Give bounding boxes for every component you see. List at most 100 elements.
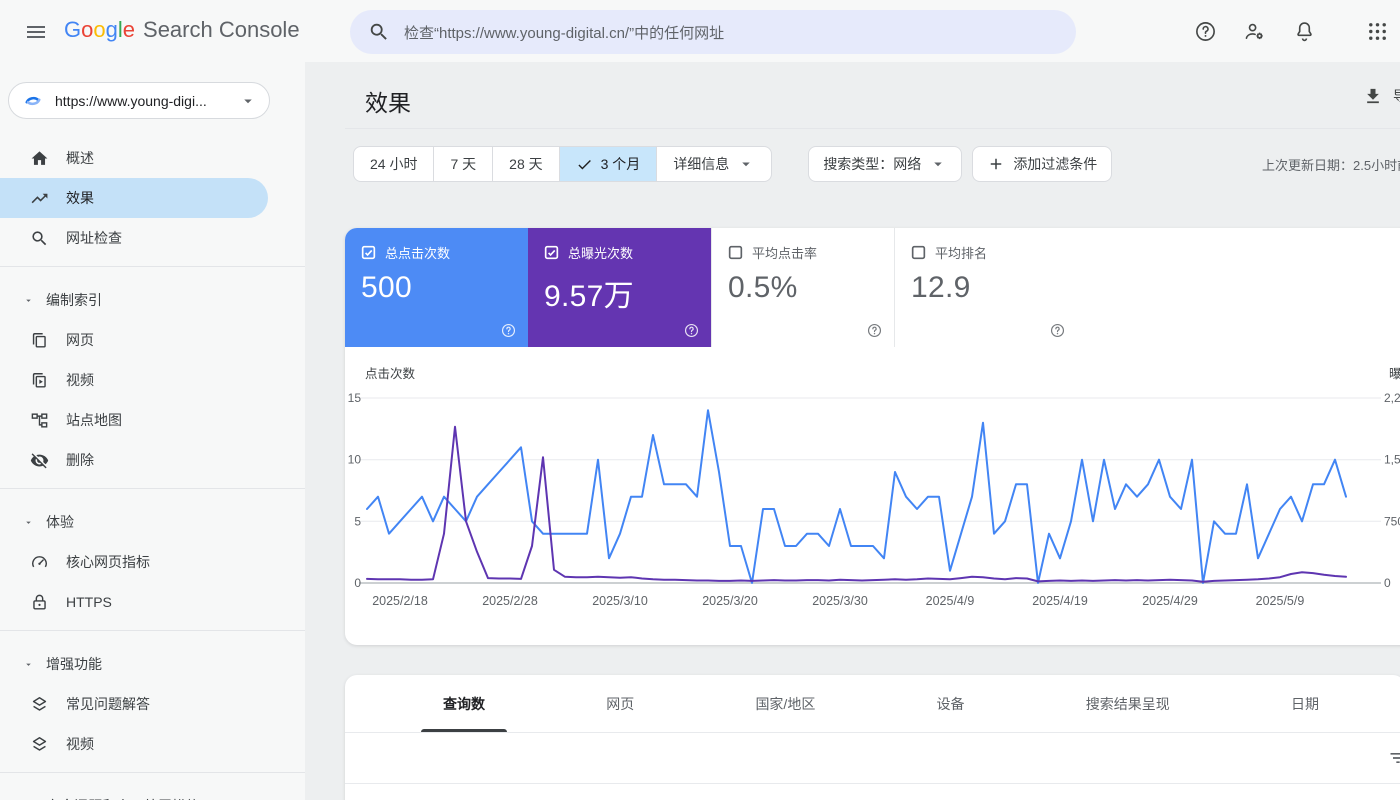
logo-letter: e bbox=[122, 17, 136, 42]
add-filter-chip[interactable]: 添加过滤条件 bbox=[972, 146, 1113, 182]
search-type-chip[interactable]: 搜索类型：网络 bbox=[808, 146, 963, 182]
property-selector[interactable]: https://www.young-digi... bbox=[8, 82, 270, 119]
tab-countries[interactable]: 国家/地区 bbox=[749, 675, 821, 732]
tab-dates[interactable]: 日期 bbox=[1285, 675, 1325, 732]
x-axis-tick: 2025/3/10 bbox=[592, 594, 648, 608]
sidebar-item-label: 核心网页指标 bbox=[66, 554, 150, 570]
x-axis-tick: 2025/5/9 bbox=[1256, 594, 1305, 608]
sidebar-item-label: 视频 bbox=[66, 372, 94, 388]
sidebar-item-removals[interactable]: 删除 bbox=[0, 440, 268, 480]
performance-card: 总点击次数 500 总曝光次数 9.57万 平均点击率 0.5% 平均排名 12.9 0 0 5 7… bbox=[345, 228, 1400, 645]
segment-label: 详细信息 bbox=[673, 156, 730, 172]
sidebar-item-sitemaps[interactable]: 站点地图 bbox=[0, 400, 268, 440]
help-circle-icon[interactable] bbox=[867, 323, 882, 338]
filter-list-icon[interactable] bbox=[1388, 748, 1400, 768]
sidebar-section-experience-section[interactable]: 体验 bbox=[0, 502, 305, 542]
url-inspect-search-bar[interactable]: 检查“https://www.young-digital.cn/”中的任何网址 bbox=[350, 10, 1076, 54]
sidebar-item-core-web-vitals[interactable]: 核心网页指标 bbox=[0, 542, 268, 582]
right-axis-tick: 0 bbox=[1384, 576, 1391, 590]
date-range-details[interactable]: 详细信息 bbox=[656, 147, 771, 181]
left-axis-title: 点击次数 bbox=[365, 366, 416, 381]
checkbox-empty-icon[interactable] bbox=[728, 245, 743, 260]
sidebar-item-videos[interactable]: 视频 bbox=[0, 360, 268, 400]
speed-icon bbox=[30, 553, 49, 572]
sidebar-item-https[interactable]: HTTPS bbox=[0, 582, 268, 622]
tab-devices[interactable]: 设备 bbox=[931, 675, 971, 732]
eye-off-icon bbox=[30, 451, 49, 470]
x-axis-tick: 2025/2/18 bbox=[372, 594, 428, 608]
lock-icon bbox=[30, 593, 49, 612]
date-range-24h[interactable]: 24 小时 bbox=[354, 147, 433, 181]
date-range-7d[interactable]: 7 天 bbox=[433, 147, 492, 181]
sidebar-item-label: 增强功能 bbox=[46, 656, 102, 672]
metric-card-avg-ctr[interactable]: 平均点击率 0.5% bbox=[711, 228, 894, 347]
metric-card-avg-position[interactable]: 平均排名 12.9 bbox=[894, 228, 1077, 347]
metric-cards-row: 总点击次数 500 总曝光次数 9.57万 平均点击率 0.5% 平均排名 12.9 bbox=[345, 228, 1400, 347]
app-name: Search Console bbox=[143, 17, 300, 42]
chevron-down-icon bbox=[23, 517, 34, 528]
segment-label: 28 天 bbox=[509, 156, 543, 172]
property-favicon bbox=[23, 91, 43, 111]
sidebar-section-security-manual-actions[interactable]: 安全问题和人工处置措施 bbox=[0, 786, 305, 800]
top-app-bar: Google Search Console 检查“https://www.you… bbox=[0, 0, 1400, 62]
sidebar-item-label: 概述 bbox=[66, 150, 94, 166]
metric-card-total-impressions[interactable]: 总曝光次数 9.57万 bbox=[528, 228, 711, 347]
export-label: 导出 bbox=[1393, 86, 1400, 106]
metric-value: 12.9 bbox=[911, 271, 971, 304]
sidebar-item-overview[interactable]: 概述 bbox=[0, 138, 268, 178]
tab-pages[interactable]: 网页 bbox=[600, 675, 640, 732]
help-circle-icon[interactable] bbox=[684, 323, 699, 338]
sidebar-item-label: 编制索引 bbox=[46, 292, 102, 308]
metric-label: 平均排名 bbox=[935, 246, 988, 261]
page-title: 效果 bbox=[365, 90, 411, 116]
sidebar-item-faq[interactable]: 常见问题解答 bbox=[0, 684, 268, 724]
chevron-down-icon bbox=[737, 155, 755, 173]
x-axis-tick: 2025/4/9 bbox=[926, 594, 975, 608]
x-axis-tick: 2025/4/19 bbox=[1032, 594, 1088, 608]
export-button[interactable]: 导出 bbox=[1363, 86, 1400, 106]
sidebar-item-performance[interactable]: 效果 bbox=[0, 178, 268, 218]
help-icon[interactable] bbox=[1194, 20, 1217, 43]
help-circle-icon[interactable] bbox=[501, 323, 516, 338]
sidebar-item-label: 视频 bbox=[66, 736, 94, 752]
google-logo: Google bbox=[64, 17, 135, 43]
date-range-segmented-control: 24 小时 7 天 28 天 3 个月 详细信息 bbox=[353, 146, 773, 182]
series-clicks-line bbox=[366, 409, 1347, 584]
sidebar-section-enhancements-section[interactable]: 增强功能 bbox=[0, 644, 305, 684]
manage-accounts-icon[interactable] bbox=[1243, 20, 1266, 43]
tab-queries[interactable]: 查询数 bbox=[421, 675, 507, 732]
search-placeholder: 检查“https://www.young-digital.cn/”中的任何网址 bbox=[404, 24, 725, 42]
checkbox-checked-icon[interactable] bbox=[544, 245, 559, 260]
tab-search-appearance[interactable]: 搜索结果呈现 bbox=[1080, 675, 1176, 732]
x-axis-tick: 2025/4/29 bbox=[1142, 594, 1198, 608]
help-circle-icon[interactable] bbox=[1050, 323, 1065, 338]
checkbox-empty-icon[interactable] bbox=[911, 245, 926, 260]
sidebar-item-label: 效果 bbox=[66, 190, 94, 206]
menu-icon[interactable] bbox=[24, 20, 48, 44]
right-axis-title: 曝光次数 bbox=[1389, 366, 1400, 381]
date-range-3m[interactable]: 3 个月 bbox=[558, 147, 657, 181]
sidebar-item-url-inspection[interactable]: 网址检查 bbox=[0, 218, 268, 258]
left-axis-tick: 0 bbox=[354, 576, 361, 590]
download-icon bbox=[1363, 86, 1383, 106]
sidebar-item-pages[interactable]: 网页 bbox=[0, 320, 268, 360]
checkbox-checked-icon[interactable] bbox=[361, 245, 376, 260]
segment-label: 7 天 bbox=[450, 156, 477, 172]
sidebar-item-label: HTTPS bbox=[66, 594, 112, 610]
metric-card-total-clicks[interactable]: 总点击次数 500 bbox=[345, 228, 528, 347]
sidebar-item-videos-enhancement[interactable]: 视频 bbox=[0, 724, 268, 764]
performance-chart: 0 0 5 750 10 1,500 15 2,250 点击次数 曝光次数 2025/2/18 202… bbox=[345, 352, 1400, 645]
segment-label: 24 小时 bbox=[370, 156, 418, 172]
sidebar-nav: 概述 效果 网址检查 编制索引 网页 视频 站点地图 删除 体验 核心网页指标 HTTPS 增强功能常… bbox=[0, 138, 305, 800]
chevron-down-icon bbox=[239, 92, 257, 110]
property-url: https://www.young-digi... bbox=[55, 92, 207, 109]
rich-results-icon bbox=[30, 695, 49, 714]
sidebar-section-indexing-section[interactable]: 编制索引 bbox=[0, 280, 305, 320]
right-axis-tick: 750 bbox=[1384, 514, 1400, 528]
logo-letter: o bbox=[81, 17, 94, 42]
clicks-impressions-line-chart: 0 0 5 750 10 1,500 15 2,250 点击次数 曝光次数 2025/2/18 202… bbox=[348, 366, 1400, 608]
apps-grid-icon[interactable] bbox=[1366, 20, 1389, 43]
date-range-28d[interactable]: 28 天 bbox=[492, 147, 558, 181]
sidebar-item-label: 网址检查 bbox=[66, 230, 122, 246]
notifications-icon[interactable] bbox=[1293, 20, 1316, 43]
